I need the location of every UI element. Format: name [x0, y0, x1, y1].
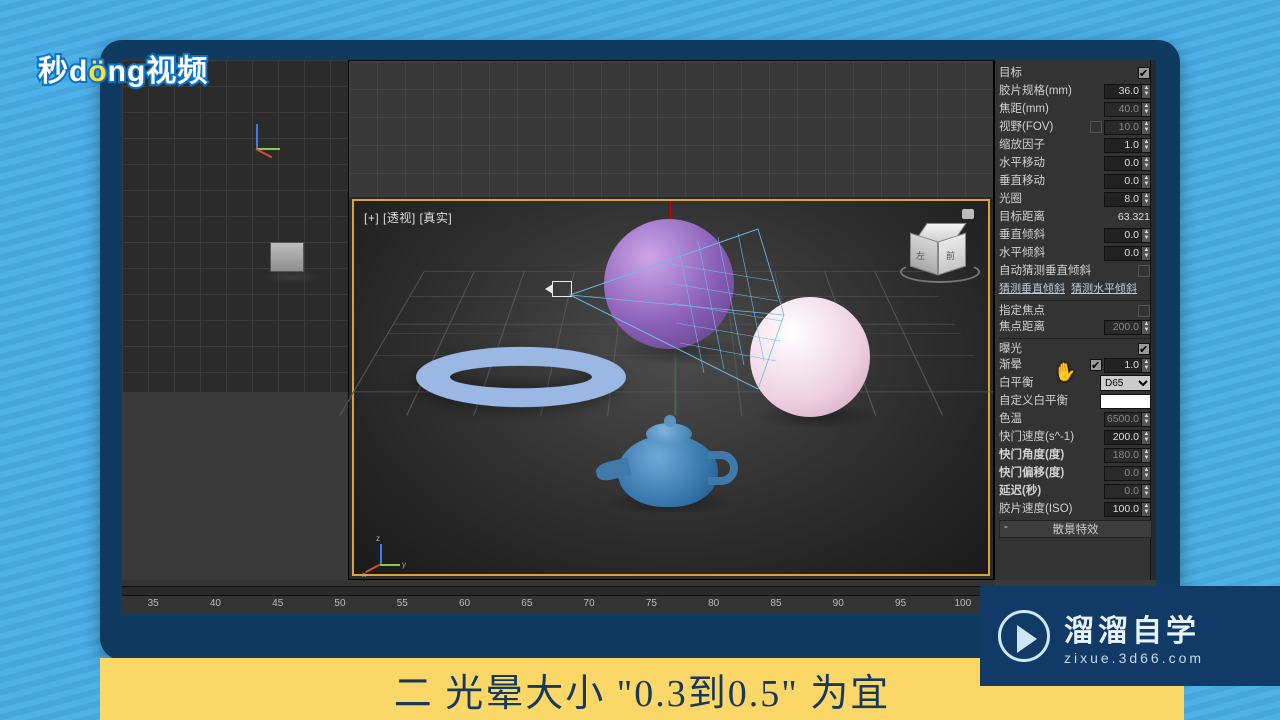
channel-watermark: 秒döng视频 — [38, 46, 208, 90]
sphere-pink-object[interactable] — [750, 297, 870, 417]
bokeh-rollout[interactable]: -散景特效 — [999, 520, 1152, 538]
viewport-left[interactable] — [122, 60, 348, 392]
viewcube-front-label: 前 — [946, 249, 955, 262]
specify-focus-label: 指定焦点 — [999, 302, 1138, 320]
camera-gizmo-icon[interactable] — [552, 281, 572, 297]
guess-vtilt-link[interactable]: 猜测垂直倾斜 — [999, 280, 1065, 298]
target-distance-value — [1104, 210, 1152, 225]
object-proxy-icon — [270, 242, 304, 272]
delay-input[interactable] — [1104, 484, 1142, 499]
fov-checkbox[interactable] — [1090, 121, 1102, 133]
htilt-label: 水平倾斜 — [999, 244, 1104, 262]
panel-scrollbar[interactable] — [1150, 60, 1156, 580]
camera-parameters-panel: 目标 胶片规格(mm)▲▼ 焦距(mm)▲▼ 视野(FOV)▲▼ 缩放因子▲▼ … — [994, 60, 1156, 580]
iso-input[interactable] — [1104, 502, 1142, 517]
focus-distance-input[interactable] — [1104, 320, 1142, 335]
vshift-input[interactable] — [1104, 174, 1142, 189]
vtilt-label: 垂直倾斜 — [999, 226, 1104, 244]
iso-label: 胶片速度(ISO) — [999, 500, 1104, 518]
timeline-ruler[interactable]: 354045 505560 657075 808590 95100 — [122, 580, 994, 614]
viewport-label[interactable]: [+] [透视] [真实] — [364, 209, 452, 226]
zoom-factor-label: 缩放因子 — [999, 136, 1104, 154]
subtitle-text: 二 光晕大小 "0.3到0.5" 为宜 — [394, 662, 891, 717]
custom-wb-label: 自定义白平衡 — [999, 392, 1100, 410]
white-balance-label: 白平衡 — [999, 374, 1100, 392]
shutter-offset-label: 快门偏移(度) — [999, 464, 1104, 482]
viewcube-left-label: 左 — [916, 249, 925, 262]
ground-shadow-icon — [262, 270, 322, 284]
target-distance-label: 目标距离 — [999, 208, 1104, 226]
scene-area[interactable]: [+] [透视] [真实] y — [352, 199, 990, 576]
vtilt-input[interactable] — [1104, 228, 1142, 243]
site-watermark: 溜溜自学 zixue.3d66.com — [980, 586, 1280, 686]
site-name-cn: 溜溜自学 — [1064, 606, 1204, 650]
viewport-top-grid — [349, 61, 993, 197]
shutter-offset-input[interactable] — [1104, 466, 1142, 481]
site-url: zixue.3d66.com — [1064, 650, 1204, 666]
white-balance-select[interactable]: D65 — [1100, 375, 1152, 391]
viewport-perspective[interactable]: [+] [透视] [真实] y — [348, 60, 994, 580]
play-circle-icon — [998, 610, 1050, 662]
fov-input[interactable] — [1104, 120, 1142, 135]
fov-label: 视野(FOV) — [999, 118, 1090, 136]
app-window: [+] [透视] [真实] y — [122, 60, 1156, 614]
color-temp-label: 色温 — [999, 410, 1104, 428]
film-gauge-input[interactable] — [1104, 84, 1142, 99]
shutter-speed-input[interactable] — [1104, 430, 1142, 445]
auto-guess-tilt-checkbox[interactable] — [1138, 265, 1150, 277]
viewcube[interactable]: 左 前 — [906, 223, 974, 283]
fnumber-label: 光圈 — [999, 190, 1104, 208]
color-temp-input[interactable] — [1104, 412, 1142, 427]
htilt-input[interactable] — [1104, 246, 1142, 261]
steering-wheel-icon[interactable] — [962, 209, 974, 219]
exposure-label: 曝光 — [999, 340, 1138, 358]
vshift-label: 垂直移动 — [999, 172, 1104, 190]
timeline-ticks: 354045 505560 657075 808590 95100 — [122, 598, 994, 609]
fnumber-input[interactable] — [1104, 192, 1142, 207]
custom-wb-swatch[interactable] — [1100, 394, 1152, 409]
hshift-input[interactable] — [1104, 156, 1142, 171]
target-label: 目标 — [999, 64, 1138, 82]
guess-htilt-link[interactable]: 猜测水平倾斜 — [1071, 280, 1137, 298]
zoom-factor-input[interactable] — [1104, 138, 1142, 153]
bokeh-rollout-label: 散景特效 — [1053, 524, 1099, 536]
teapot-object[interactable] — [618, 435, 718, 507]
sphere-purple-object[interactable] — [604, 219, 734, 349]
shutter-angle-input[interactable] — [1104, 448, 1142, 463]
specify-focus-checkbox[interactable] — [1138, 305, 1150, 317]
focal-length-label: 焦距(mm) — [999, 100, 1104, 118]
auto-guess-tilt-label: 自动猜测垂直倾斜 — [999, 262, 1138, 280]
focal-length-input[interactable] — [1104, 102, 1142, 117]
focus-distance-label: 焦点距离 — [999, 318, 1104, 336]
vignette-input[interactable] — [1104, 358, 1142, 373]
shutter-angle-label: 快门角度(度) — [999, 446, 1104, 464]
target-checkbox[interactable] — [1138, 67, 1150, 79]
hshift-label: 水平移动 — [999, 154, 1104, 172]
delay-label: 延迟(秒) — [999, 482, 1104, 500]
hand-cursor-icon: ✋ — [1053, 361, 1077, 384]
shutter-speed-label: 快门速度(s^-1) — [999, 428, 1104, 446]
vignette-checkbox[interactable] — [1090, 359, 1102, 371]
film-gauge-label: 胶片规格(mm) — [999, 82, 1104, 100]
torus-object[interactable] — [416, 347, 626, 407]
exposure-checkbox[interactable] — [1138, 343, 1150, 355]
